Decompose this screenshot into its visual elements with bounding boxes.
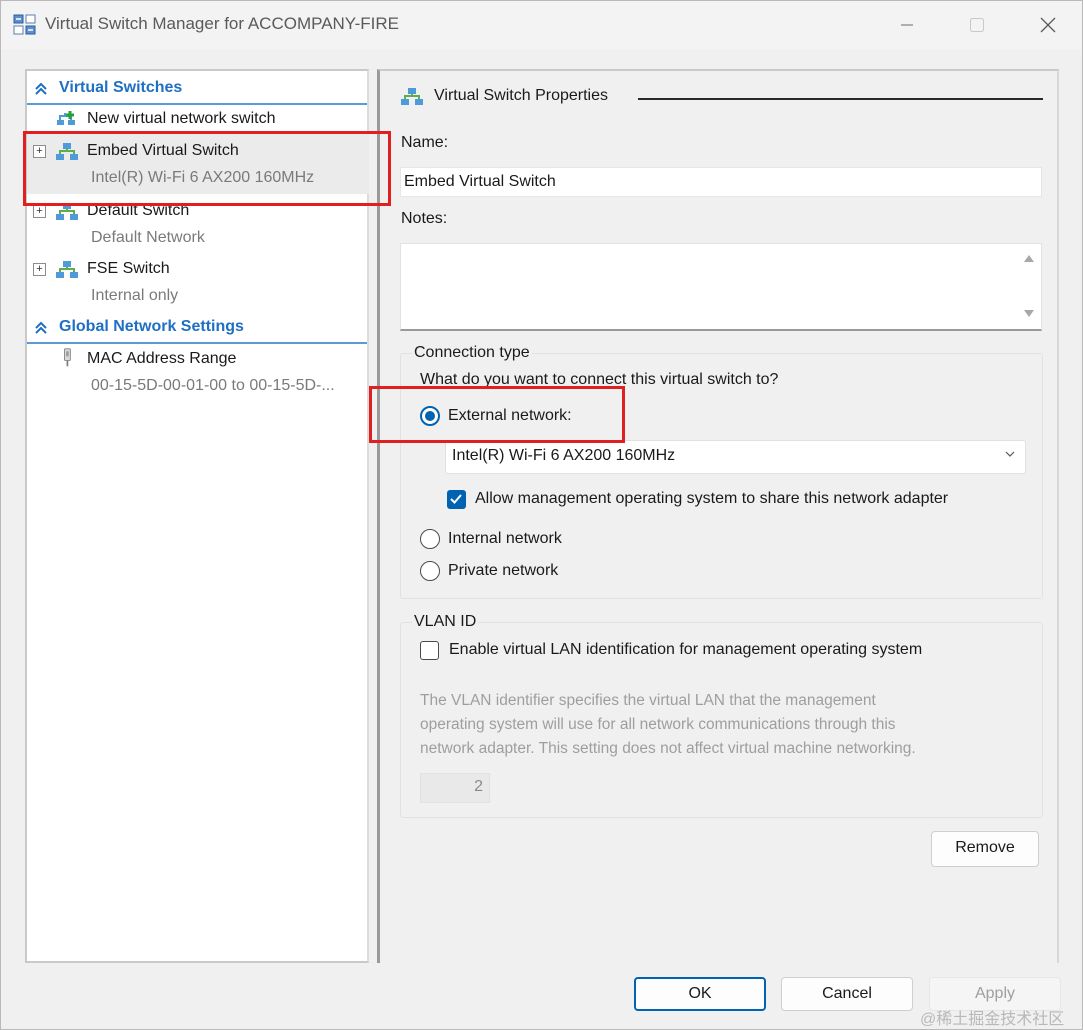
vlan-id-field[interactable]: 2 bbox=[420, 773, 490, 803]
maximize-button[interactable] bbox=[954, 9, 1000, 41]
virtual-switch-manager-window: Virtual Switch Manager for ACCOMPANY-FIR… bbox=[0, 0, 1083, 1030]
new-switch-icon bbox=[57, 111, 75, 125]
notes-label: Notes: bbox=[401, 210, 448, 227]
notes-field[interactable] bbox=[400, 243, 1042, 331]
name-field[interactable] bbox=[400, 167, 1042, 197]
chevron-down-icon bbox=[1005, 451, 1015, 457]
internal-network-radio[interactable] bbox=[420, 529, 440, 549]
ok-button[interactable]: OK bbox=[634, 977, 766, 1011]
vlan-description-line-3: network adapter. This setting does not a… bbox=[420, 740, 916, 757]
close-icon bbox=[1040, 17, 1056, 33]
expand-toggle[interactable]: + bbox=[33, 205, 46, 218]
global-network-settings-label: Global Network Settings bbox=[59, 318, 244, 335]
new-switch-label: New virtual network switch bbox=[87, 110, 276, 127]
properties-title: Virtual Switch Properties bbox=[434, 87, 608, 104]
minimize-icon bbox=[901, 24, 913, 26]
private-network-label: Private network bbox=[448, 562, 559, 579]
scroll-down-icon[interactable] bbox=[1024, 310, 1034, 318]
global-network-settings-header[interactable]: Global Network Settings bbox=[27, 312, 369, 344]
connection-type-title: Connection type bbox=[412, 344, 532, 362]
enable-vlan-label: Enable virtual LAN identification for ma… bbox=[449, 641, 923, 658]
switch-name: FSE Switch bbox=[87, 260, 170, 277]
vlan-id-title: VLAN ID bbox=[412, 613, 479, 631]
collapse-chevron-icon[interactable] bbox=[33, 81, 49, 97]
notes-scrollbar[interactable] bbox=[1017, 244, 1041, 330]
remove-button[interactable]: Remove bbox=[931, 831, 1039, 867]
vlan-description-line-1: The VLAN identifier specifies the virtua… bbox=[420, 692, 876, 709]
section-divider bbox=[27, 103, 367, 105]
virtual-switch-manager-icon bbox=[13, 14, 36, 35]
scroll-up-icon[interactable] bbox=[1024, 254, 1034, 262]
highlight-annotation-switch bbox=[23, 131, 391, 206]
close-button[interactable] bbox=[1025, 9, 1071, 41]
checkmark-icon bbox=[450, 494, 462, 504]
cancel-button[interactable]: Cancel bbox=[781, 977, 913, 1011]
collapse-chevron-icon[interactable] bbox=[33, 320, 49, 336]
adapter-selected-value: Intel(R) Wi-Fi 6 AX200 160MHz bbox=[452, 447, 676, 464]
minimize-button[interactable] bbox=[884, 9, 930, 41]
watermark-text: @稀土掘金技术社区 bbox=[920, 1011, 1065, 1028]
network-switch-icon bbox=[56, 261, 78, 278]
private-network-radio[interactable] bbox=[420, 561, 440, 581]
switch-properties-pane: Virtual Switch Properties Name: Notes: C… bbox=[377, 69, 1059, 963]
allow-management-checkbox[interactable] bbox=[447, 490, 466, 509]
mac-address-range-item[interactable]: MAC Address Range 00-15-5D-00-01-00 to 0… bbox=[27, 347, 369, 403]
section-divider bbox=[27, 342, 367, 344]
expand-toggle[interactable]: + bbox=[33, 263, 46, 276]
switch-item-fse-switch[interactable]: + FSE Switch Internal only bbox=[27, 255, 369, 311]
highlight-annotation-external bbox=[369, 386, 625, 443]
virtual-switches-label: Virtual Switches bbox=[59, 79, 183, 96]
allow-management-label: Allow management operating system to sha… bbox=[475, 490, 949, 507]
switch-detail: Internal only bbox=[91, 287, 179, 304]
maximize-icon bbox=[970, 18, 984, 32]
network-plug-icon bbox=[64, 348, 71, 367]
name-label: Name: bbox=[401, 134, 449, 151]
header-rule bbox=[638, 98, 1043, 100]
enable-vlan-checkbox[interactable] bbox=[420, 641, 439, 660]
virtual-switches-section-header[interactable]: Virtual Switches bbox=[27, 73, 369, 105]
mac-range-label: MAC Address Range bbox=[87, 350, 237, 367]
window-title: Virtual Switch Manager for ACCOMPANY-FIR… bbox=[45, 14, 399, 33]
network-adapter-select[interactable]: Intel(R) Wi-Fi 6 AX200 160MHz bbox=[445, 440, 1026, 474]
title-bar[interactable]: Virtual Switch Manager for ACCOMPANY-FIR… bbox=[1, 1, 1082, 49]
properties-header: Virtual Switch Properties bbox=[400, 87, 1045, 109]
network-switch-icon bbox=[401, 88, 423, 105]
internal-network-label: Internal network bbox=[448, 530, 562, 547]
vlan-description-line-2: operating system will use for all networ… bbox=[420, 716, 896, 733]
mac-range-detail: 00-15-5D-00-01-00 to 00-15-5D-... bbox=[91, 377, 335, 394]
switch-detail: Default Network bbox=[91, 229, 205, 246]
